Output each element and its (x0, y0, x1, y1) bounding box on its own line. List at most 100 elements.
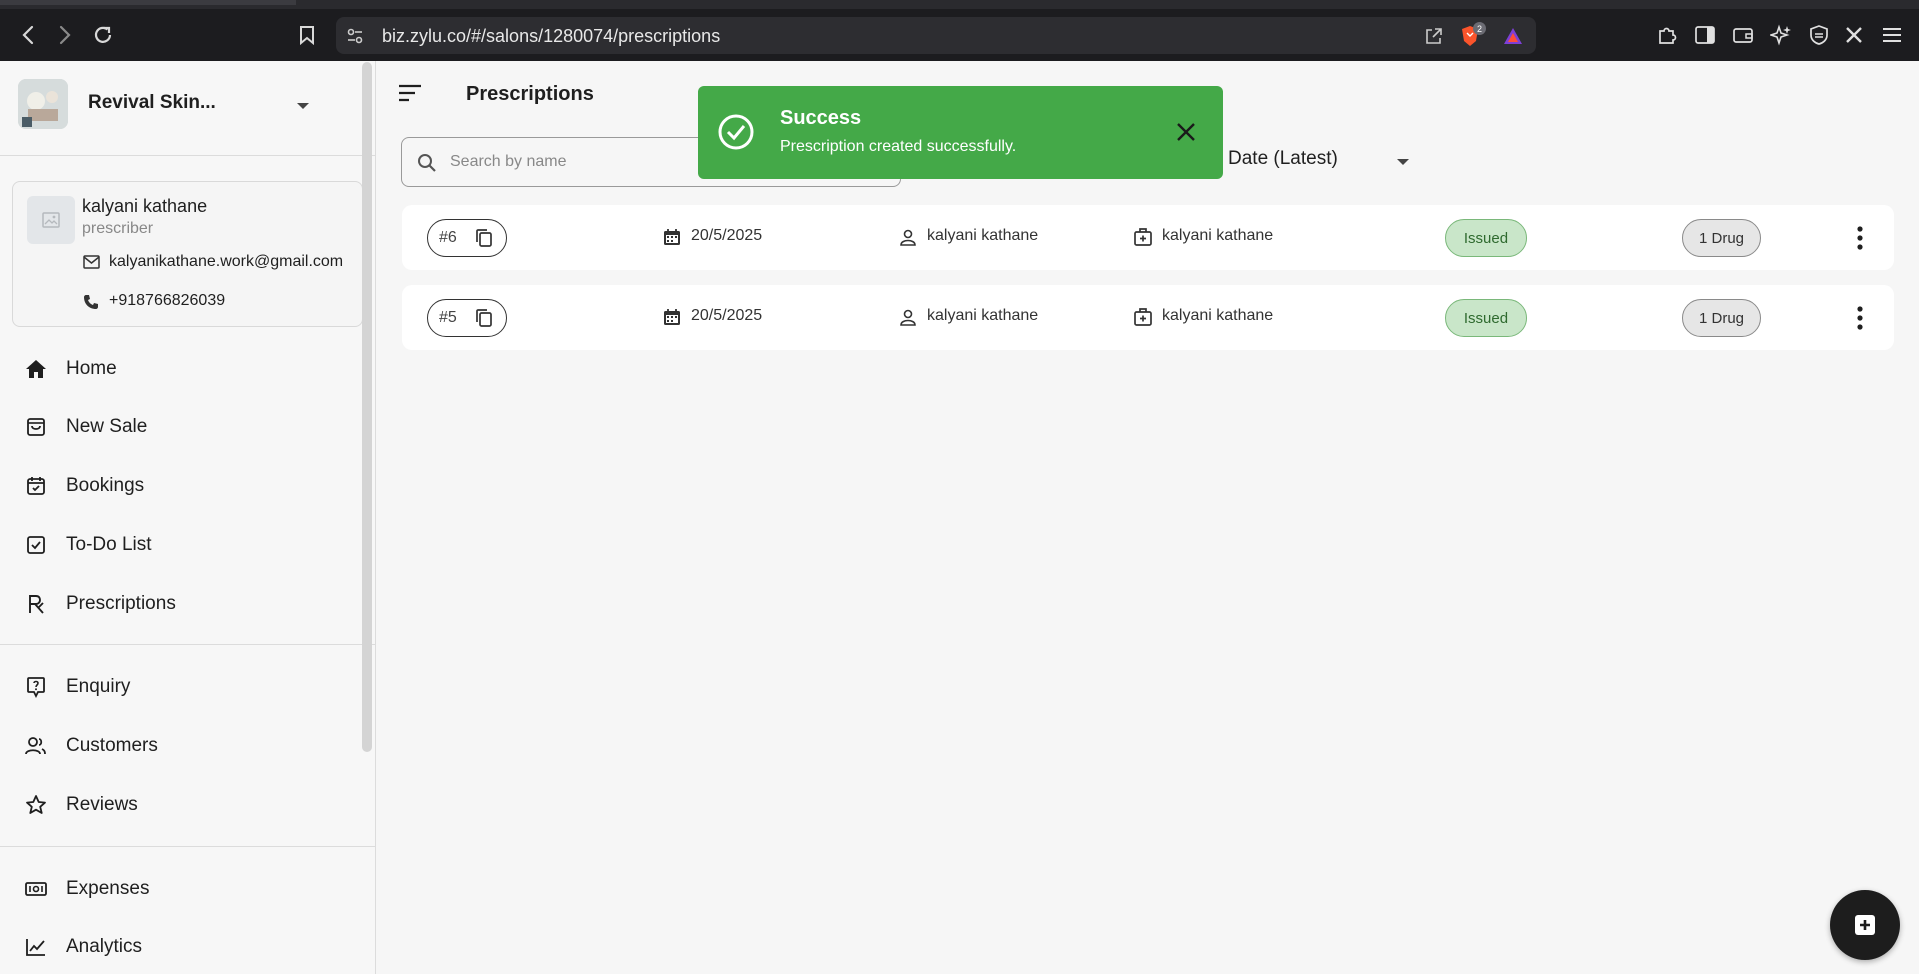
profile-phone[interactable]: +918766826039 (109, 292, 225, 310)
profile-role: prescriber (82, 220, 154, 237)
sidebar-item-home[interactable]: Home (0, 347, 362, 391)
patient-name: kalyani kathane (927, 227, 1039, 244)
profile-email[interactable]: kalyanikathane.work@gmail.com (109, 252, 359, 271)
sidebar: Revival Skin... kalyani kathane prescrib… (0, 61, 376, 974)
brave-rewards-icon[interactable] (1502, 25, 1524, 47)
share-icon[interactable] (1423, 25, 1445, 47)
sidebar-item-enquiry[interactable]: Enquiry (0, 665, 362, 709)
calendar-icon (662, 307, 682, 327)
money-icon (24, 877, 48, 901)
prescription-row[interactable]: #5 20/5/2025 kalyani kathane kalyani kat… (402, 285, 1894, 350)
reload-icon[interactable] (88, 20, 118, 50)
rx-icon (24, 592, 48, 616)
sidebar-item-new-sale[interactable]: New Sale (0, 405, 362, 449)
sidebar-item-bookings[interactable]: Bookings (0, 464, 362, 508)
status-badge: Issued (1445, 299, 1527, 337)
status-badge: Issued (1445, 219, 1527, 257)
prescription-number-chip[interactable]: #5 (427, 299, 507, 337)
sidebar-item-todo[interactable]: To-Do List (0, 523, 362, 567)
profile-card: kalyani kathane prescriber kalyanikathan… (12, 181, 363, 327)
question-icon (24, 675, 48, 699)
brave-shield-icon[interactable]: 2 (1459, 22, 1486, 47)
sidebar-item-expenses[interactable]: Expenses (0, 867, 362, 911)
home-icon (24, 357, 48, 381)
shopping-bag-icon (24, 415, 48, 439)
chevron-down-icon[interactable] (1396, 153, 1410, 171)
browser-toolbar: biz.zylu.co/#/salons/1280074/prescriptio… (0, 0, 1919, 61)
site-settings-icon[interactable] (344, 25, 366, 47)
check-circle-icon (717, 113, 755, 151)
toast-title: Success (780, 107, 862, 129)
mail-icon (82, 253, 100, 271)
users-icon (24, 734, 48, 758)
wallet-icon[interactable] (1730, 22, 1756, 48)
phone-icon (82, 293, 100, 311)
person-icon (898, 307, 918, 327)
prescriber-name: kalyani kathane (1162, 227, 1274, 244)
calendar-check-icon (24, 474, 48, 498)
copy-icon[interactable] (475, 228, 495, 248)
sidebar-item-label: Analytics (66, 936, 143, 957)
org-switcher[interactable]: Revival Skin... (18, 79, 348, 141)
sidebar-toggle-icon[interactable] (1692, 22, 1718, 48)
sidebar-item-label: Home (66, 358, 117, 379)
chart-line-icon (24, 935, 48, 959)
calendar-icon (662, 227, 682, 247)
bookmark-icon[interactable] (292, 20, 322, 50)
checkbox-icon (24, 533, 48, 557)
avatar (27, 196, 75, 244)
sidebar-item-reviews[interactable]: Reviews (0, 783, 362, 827)
more-options-icon[interactable] (1850, 305, 1870, 331)
tab-strip (0, 0, 1919, 9)
leo-ai-icon[interactable] (1768, 22, 1794, 48)
sidebar-item-label: To-Do List (66, 534, 152, 555)
sidebar-item-prescriptions[interactable]: Prescriptions (0, 582, 362, 626)
copy-icon[interactable] (475, 308, 495, 328)
prescription-row[interactable]: #6 20/5/2025 kalyani kathane kalyani kat… (402, 205, 1894, 270)
search-icon (416, 152, 438, 174)
tools-icon[interactable] (1841, 22, 1867, 48)
toast-message: Prescription created successfully. (780, 138, 1017, 155)
medical-bag-icon (1133, 227, 1153, 247)
vpn-shield-icon[interactable] (1806, 22, 1832, 48)
add-prescription-button[interactable] (1830, 890, 1900, 960)
prescription-number-chip[interactable]: #6 (427, 219, 507, 257)
divider (0, 644, 375, 645)
org-name: Revival Skin... (88, 92, 216, 113)
close-icon[interactable] (1175, 121, 1197, 143)
prescription-date: 20/5/2025 (691, 307, 763, 324)
success-toast: Success Prescription created successfull… (698, 86, 1223, 179)
drug-count-badge[interactable]: 1 Drug (1682, 299, 1761, 337)
extensions-icon[interactable] (1654, 22, 1680, 48)
sort-select[interactable]: Date (Latest) (1228, 148, 1338, 170)
drug-count-badge[interactable]: 1 Drug (1682, 219, 1761, 257)
sidebar-item-customers[interactable]: Customers (0, 724, 362, 768)
more-options-icon[interactable] (1850, 225, 1870, 251)
profile-name: kalyani kathane (82, 196, 208, 216)
divider (0, 846, 375, 847)
divider (0, 155, 375, 156)
sidebar-item-analytics[interactable]: Analytics (0, 925, 362, 969)
patient-name: kalyani kathane (927, 307, 1039, 324)
chevron-down-icon[interactable] (296, 97, 310, 115)
back-icon[interactable] (13, 20, 43, 50)
filter-menu-icon[interactable] (397, 83, 423, 103)
page-title: Prescriptions (466, 83, 594, 105)
forward-icon[interactable] (50, 20, 80, 50)
sidebar-item-label: New Sale (66, 416, 148, 437)
sidebar-scrollbar[interactable] (362, 62, 372, 752)
prescription-date: 20/5/2025 (691, 227, 763, 244)
prescription-number: #5 (439, 309, 457, 326)
sidebar-item-label: Enquiry (66, 676, 131, 697)
prescription-number: #6 (439, 229, 457, 246)
url-text[interactable]: biz.zylu.co/#/salons/1280074/prescriptio… (382, 26, 720, 47)
sidebar-item-label: Prescriptions (66, 593, 176, 614)
menu-hamburger-icon[interactable] (1879, 22, 1905, 48)
star-icon (24, 793, 48, 817)
person-icon (898, 227, 918, 247)
active-tab[interactable] (0, 0, 296, 5)
sidebar-item-label: Expenses (66, 878, 150, 899)
org-logo (18, 79, 68, 129)
plus-square-icon (1855, 915, 1875, 935)
address-bar[interactable]: biz.zylu.co/#/salons/1280074/prescriptio… (336, 17, 1536, 54)
